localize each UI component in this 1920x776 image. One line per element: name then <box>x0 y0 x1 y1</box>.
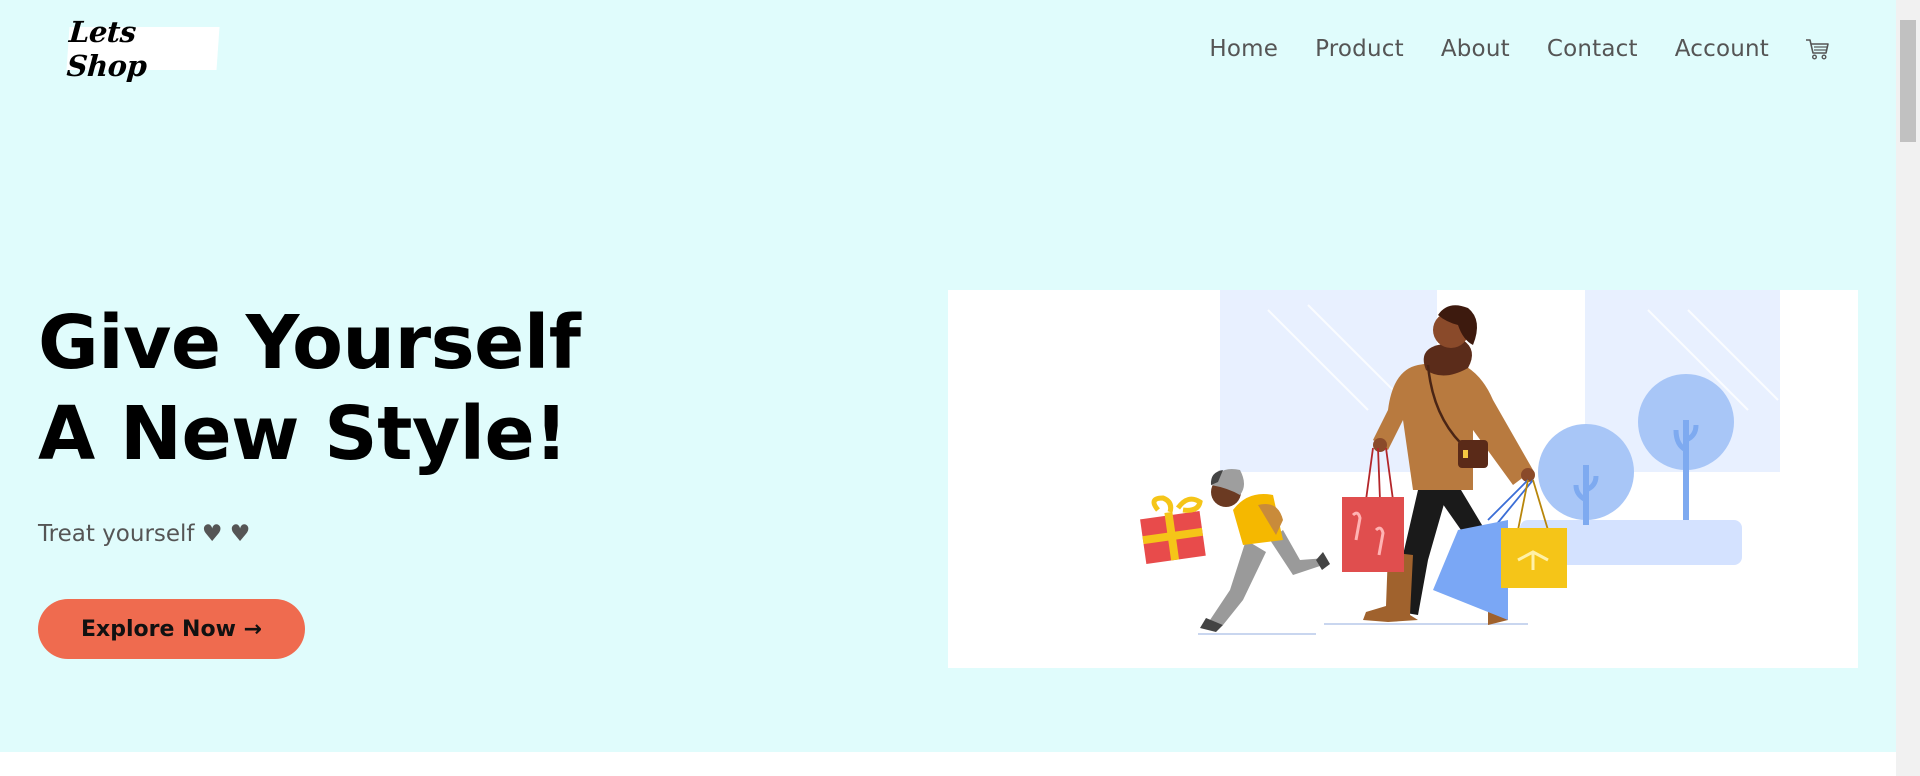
headline-line-2: A New Style! <box>38 391 568 477</box>
nav-account[interactable]: Account <box>1675 36 1769 62</box>
nav-product[interactable]: Product <box>1315 36 1404 62</box>
hero-tagline: Treat yourself ♥ ♥ <box>38 521 251 547</box>
hero-section: Lets Shop Home Product About Contact Acc… <box>0 0 1896 752</box>
nav-about[interactable]: About <box>1441 36 1510 62</box>
main-nav: Home Product About Contact Account <box>1209 36 1830 62</box>
hero-illustration <box>948 290 1858 668</box>
page: Lets Shop Home Product About Contact Acc… <box>0 0 1896 776</box>
explore-now-button[interactable]: Explore Now → <box>38 599 305 659</box>
brand-logo[interactable]: Lets Shop <box>66 15 220 83</box>
hero-headline: Give Yourself A New Style! <box>38 298 581 480</box>
nav-home[interactable]: Home <box>1209 36 1278 62</box>
shopping-illustration <box>1140 290 1780 635</box>
gift-box <box>1140 495 1206 564</box>
child-figure <box>1200 469 1330 632</box>
scrollbar-thumb[interactable] <box>1900 20 1916 142</box>
headline-line-1: Give Yourself <box>38 300 581 386</box>
nav-contact[interactable]: Contact <box>1547 36 1638 62</box>
cart-icon[interactable] <box>1804 36 1830 62</box>
